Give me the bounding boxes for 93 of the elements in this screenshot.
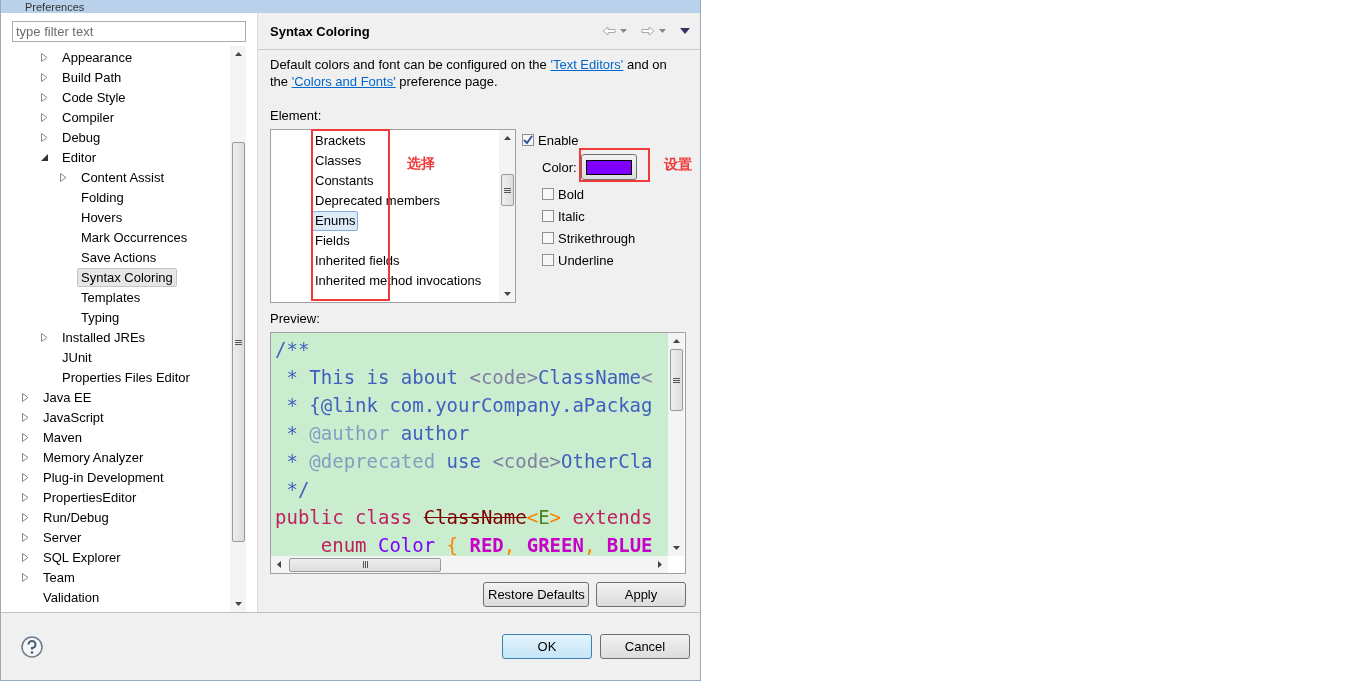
text-editors-link[interactable]: 'Text Editors' — [550, 57, 624, 72]
apply-button[interactable]: Apply — [596, 582, 686, 607]
tree-item[interactable]: JavaScript — [39, 407, 108, 427]
tree-item[interactable]: Build Path — [58, 67, 126, 87]
dropdown-icon[interactable] — [659, 29, 666, 33]
back-arrow-icon[interactable] — [602, 26, 616, 36]
checkbox[interactable] — [542, 188, 554, 200]
style-option-label: Strikethrough — [558, 230, 636, 246]
tree-item[interactable]: Plug-in Development — [39, 467, 168, 487]
annotation-note: 设置 — [664, 156, 692, 174]
scroll-down-icon[interactable] — [234, 602, 242, 606]
tree-item[interactable]: Installed JREs — [58, 327, 150, 347]
scroll-left-icon[interactable] — [277, 561, 281, 568]
grip-icon — [234, 339, 242, 345]
restore-defaults-button[interactable]: Restore Defaults — [483, 582, 589, 607]
tree-item[interactable]: Properties Files Editor — [58, 367, 194, 387]
description-text: Default colors and font can be configured on the 'Text Editors' and on the 'Colors and Fonts' preference page. — [270, 56, 668, 90]
checkbox[interactable] — [522, 134, 534, 146]
tree-item[interactable]: Run/Debug — [39, 507, 113, 527]
menu-icon[interactable] — [680, 28, 690, 34]
annotation-note: 选择 — [407, 155, 435, 173]
color-label: Color: — [542, 159, 577, 175]
tree-item[interactable]: Typing — [77, 307, 124, 327]
preview-label: Preview: — [270, 311, 321, 326]
tree-item[interactable]: Validation — [39, 587, 104, 607]
help-icon[interactable] — [21, 635, 43, 658]
tree-item[interactable]: Memory Analyzer — [39, 447, 148, 467]
window-title: Preferences — [25, 0, 85, 13]
horizontal-scrollbar[interactable] — [271, 556, 668, 573]
code-line: * @deprecated use <code>OtherCla — [285, 449, 654, 474]
colors-fonts-link[interactable]: 'Colors and Fonts' — [291, 74, 396, 89]
tree-item[interactable]: Syntax Coloring — [77, 267, 177, 287]
vertical-scrollbar[interactable] — [499, 130, 515, 302]
tree-item[interactable]: Mark Occurrences — [77, 227, 192, 247]
list-item[interactable]: Classes — [312, 151, 365, 171]
checkbox[interactable] — [542, 210, 554, 222]
list-item[interactable]: Constants — [312, 171, 377, 191]
tree-item[interactable]: Maven — [39, 427, 87, 447]
style-option-label: Underline — [558, 252, 614, 268]
grip-icon — [672, 377, 680, 383]
tree-item[interactable]: Server — [39, 527, 86, 547]
scroll-down-icon[interactable] — [503, 292, 511, 296]
scroll-right-icon[interactable] — [658, 561, 662, 568]
tree-item[interactable]: Hovers — [77, 207, 127, 227]
code-line: * @author author — [285, 421, 471, 446]
forward-arrow-icon[interactable] — [641, 26, 655, 36]
tree-item[interactable]: PropertiesEditor — [39, 487, 141, 507]
code-line: */ — [285, 477, 311, 502]
style-option-label: Bold — [558, 186, 585, 202]
expand-arrow-icon[interactable] — [41, 332, 48, 342]
checkbox[interactable] — [542, 232, 554, 244]
tree-item[interactable]: Appearance — [58, 47, 137, 67]
cancel-button[interactable]: Cancel — [600, 634, 690, 659]
tree-item[interactable]: Templates — [77, 287, 145, 307]
list-item[interactable]: Enums — [312, 211, 359, 231]
vertical-scrollbar[interactable] — [230, 46, 246, 612]
ok-button[interactable]: OK — [502, 634, 592, 659]
filter-field[interactable]: type filter text — [12, 21, 246, 42]
code-line: public class ClassName<E> extends — [275, 505, 654, 530]
annotation-rectangle — [579, 148, 650, 182]
code-line: * This is about <code>ClassName< — [285, 365, 654, 390]
scroll-down-icon[interactable] — [672, 546, 680, 550]
tree-item[interactable]: Editor — [58, 147, 100, 167]
vertical-scrollbar[interactable] — [668, 333, 684, 556]
list-item[interactable]: Fields — [312, 231, 353, 251]
color-picker-button[interactable] — [580, 154, 637, 180]
checkbox[interactable] — [542, 254, 554, 266]
scroll-up-icon[interactable] — [672, 339, 680, 343]
tree-item[interactable]: Compiler — [58, 107, 118, 127]
style-option-label: Italic — [558, 208, 585, 224]
scroll-up-icon[interactable] — [503, 136, 511, 140]
tree-item[interactable]: Save Actions — [77, 247, 161, 267]
code-line: enum Color { RED, GREEN, BLUE — [319, 533, 654, 556]
grip-icon — [503, 187, 511, 193]
tree-item[interactable]: Team — [39, 567, 79, 587]
tree-item[interactable]: Folding — [77, 187, 128, 207]
tree-item[interactable]: Content Assist — [77, 167, 169, 187]
code-line: * {@link com.yourCompany.aPackag — [285, 393, 654, 418]
collapse-arrow-icon[interactable] — [41, 153, 48, 161]
element-label: Element: — [270, 108, 323, 123]
grip-icon — [362, 561, 368, 568]
tree-item[interactable]: Code Style — [58, 87, 130, 107]
scroll-up-icon[interactable] — [234, 52, 242, 56]
tree-item[interactable]: Java EE — [39, 387, 96, 407]
tree-item[interactable]: SQL Explorer — [39, 547, 125, 567]
tree-item[interactable]: Debug — [58, 127, 105, 147]
tree-item[interactable]: JUnit — [58, 347, 96, 367]
expand-arrow-icon[interactable] — [60, 172, 67, 182]
page-title: Syntax Coloring — [270, 23, 371, 39]
enable-label: Enable — [538, 132, 579, 148]
list-item[interactable]: Brackets — [312, 131, 369, 151]
code-line: /** — [275, 337, 311, 362]
dropdown-icon[interactable] — [620, 29, 627, 33]
